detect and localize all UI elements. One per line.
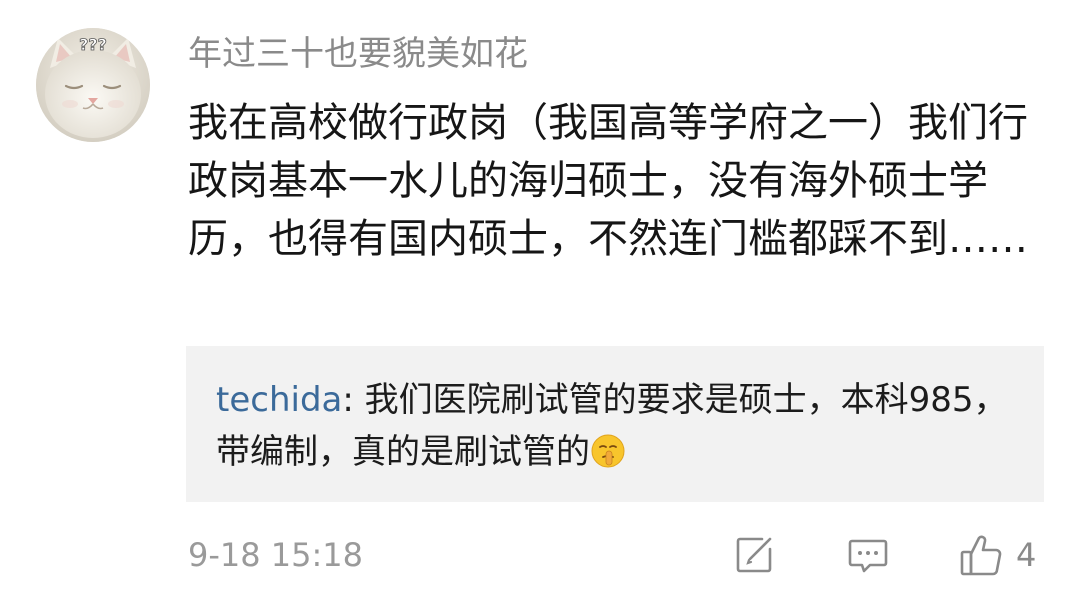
comment-body: 我在高校做行政岗（我国高等学府之一）我们行政岗基本一水儿的海归硕士，没有海外硕士… bbox=[188, 100, 1028, 262]
comment-username[interactable]: 年过三十也要貌美如花 bbox=[188, 28, 528, 80]
comment-timestamp: 9-18 15:18 bbox=[188, 536, 364, 574]
thumbs-up-icon bbox=[960, 535, 1002, 576]
avatar[interactable]: ??? bbox=[36, 28, 150, 142]
reply-box[interactable]: techida: 我们医院刷试管的要求是硕士，本科985，带编制，真的是刷试管的 bbox=[186, 346, 1044, 502]
like-count: 4 bbox=[1016, 536, 1037, 574]
edit-share-icon bbox=[736, 537, 772, 573]
reply-username[interactable]: techida bbox=[216, 380, 342, 420]
reply-separator: : bbox=[342, 380, 365, 420]
shush-face-emoji-icon bbox=[590, 432, 626, 468]
white-cat-avatar-icon: ??? bbox=[36, 28, 150, 142]
avatar-question-marks: ??? bbox=[79, 35, 107, 54]
share-button[interactable] bbox=[732, 530, 776, 580]
comment-button[interactable] bbox=[846, 530, 890, 580]
like-button[interactable]: 4 bbox=[958, 530, 1036, 580]
reply-content: techida: 我们医院刷试管的要求是硕士，本科985，带编制，真的是刷试管的 bbox=[216, 374, 1014, 478]
comment-bubble-icon bbox=[848, 539, 888, 573]
